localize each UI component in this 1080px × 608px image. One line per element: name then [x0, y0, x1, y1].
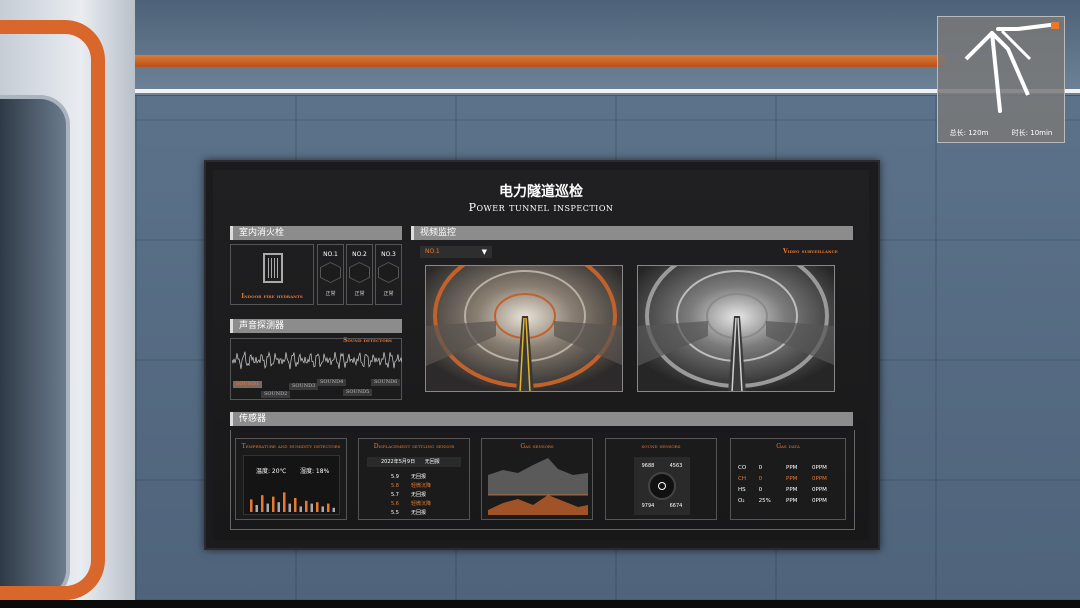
- sound-tag-5[interactable]: SOUND5: [343, 389, 373, 396]
- hydrant-gauge: 90%: [378, 262, 399, 283]
- inspection-dashboard: 电力隧道巡检 Power tunnel inspection 室内消火栓 Ind…: [213, 170, 869, 540]
- sound-tag-6[interactable]: SOUND6: [371, 379, 401, 386]
- video-label: Video surveillance: [783, 248, 838, 255]
- sound-tag-4[interactable]: SOUND4: [317, 379, 347, 386]
- hydrant-gauge: 100%: [349, 262, 370, 283]
- hydrant-status: 正常: [354, 291, 365, 297]
- video-feed-1[interactable]: [425, 265, 623, 392]
- doorframe-orange-trim: [0, 20, 105, 600]
- hydrant-unit-2[interactable]: NO.2 100% 正常: [346, 244, 373, 305]
- fire-hydrant-icon: [263, 253, 283, 283]
- sound-waveform: [232, 351, 402, 370]
- video-feed-2[interactable]: [637, 265, 835, 392]
- orange-cable-rail: [115, 55, 945, 67]
- tunnel-ceiling: [110, 0, 1080, 95]
- video-header: 视频监控: [411, 226, 853, 240]
- tunnel-camera-view-2: [638, 266, 834, 391]
- hydrant-header: 室内消火栓: [230, 226, 402, 240]
- camera-select[interactable]: NO.1 ▼: [420, 246, 492, 258]
- hydrant-no: NO.3: [381, 251, 396, 258]
- hydrant-no: NO.1: [323, 251, 338, 258]
- hydrant-gauge: 80%: [320, 262, 341, 283]
- minimap-route: [964, 22, 1059, 113]
- minimap-time: 时长: 10min: [1011, 129, 1053, 137]
- hydrant-status: 正常: [383, 291, 394, 297]
- dashboard-title-en: Power tunnel inspection: [468, 201, 614, 214]
- hydrant-status: 正常: [325, 291, 336, 297]
- hydrant-panel: Indoor fire hydrants: [230, 244, 314, 305]
- hydrant-unit-1[interactable]: NO.1 80% 正常: [317, 244, 344, 305]
- floor-shadow: [0, 600, 1080, 608]
- sensors-header: 传感器: [230, 412, 853, 426]
- sound-tag-2[interactable]: SOUND2: [261, 391, 291, 398]
- sound-detector-header: 声音探测器: [230, 319, 402, 333]
- minimap-info: 总长: 120m 时长: 10min: [938, 128, 1064, 138]
- minimap[interactable]: 总长: 120m 时长: 10min: [937, 16, 1065, 143]
- tunnel-doorframe: [0, 0, 135, 600]
- sound-waveform-panel: SOUND1 SOUND2 SOUND3 SOUND4 SOUND5 SOUND…: [230, 338, 402, 400]
- minimap-length: 总长: 120m: [949, 129, 989, 137]
- dashboard-title-cn: 电力隧道巡检: [499, 184, 583, 200]
- sound-tag-3[interactable]: SOUND3: [289, 383, 319, 390]
- tunnel-camera-view-1: [426, 266, 622, 391]
- hydrant-no: NO.2: [352, 251, 367, 258]
- camera-select-value: NO.1: [425, 248, 440, 255]
- hydrant-unit-3[interactable]: NO.3 90% 正常: [375, 244, 402, 305]
- sound-tag-1[interactable]: SOUND1: [233, 381, 263, 388]
- hydrant-label: Indoor fire hydrants: [241, 293, 303, 300]
- player-marker-icon: [1051, 22, 1059, 29]
- chevron-down-icon: ▼: [481, 248, 487, 256]
- sensors-frame: [230, 430, 855, 530]
